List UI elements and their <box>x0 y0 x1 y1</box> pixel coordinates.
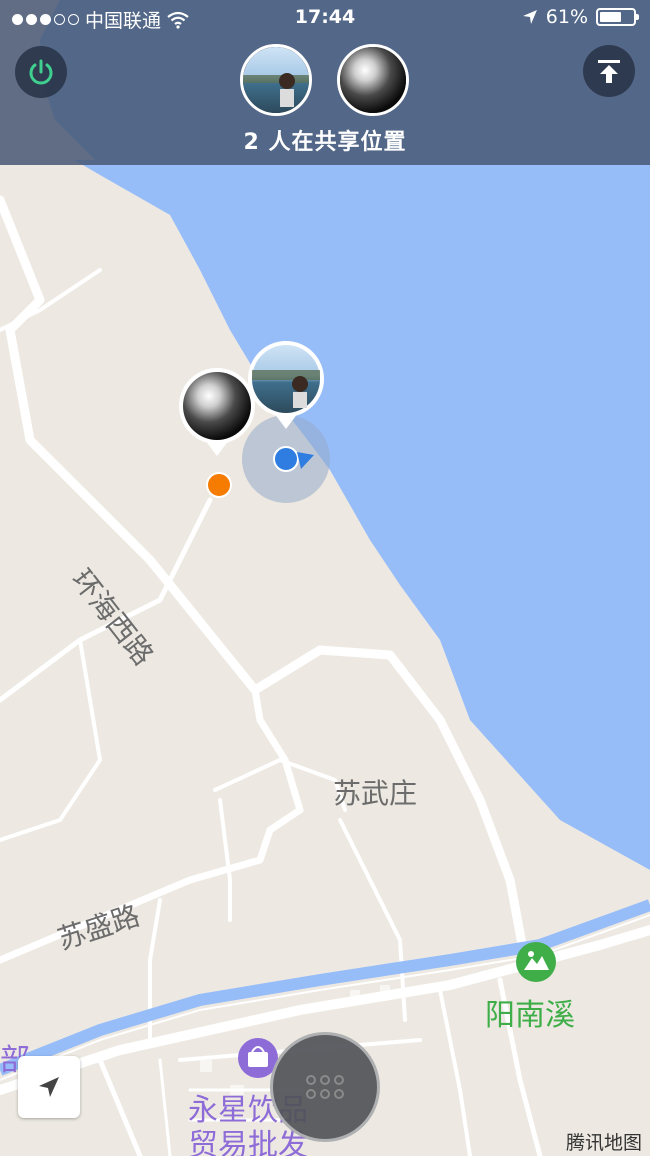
upload-to-top-icon <box>598 60 620 83</box>
power-icon <box>29 59 53 85</box>
menu-button[interactable] <box>270 1032 380 1142</box>
my-location-dot <box>273 446 299 472</box>
my-avatar[interactable] <box>240 44 312 116</box>
battery-icon <box>596 8 639 26</box>
stop-sharing-button[interactable] <box>15 46 67 98</box>
locate-me-button[interactable] <box>18 1056 80 1118</box>
friend-location-dot <box>206 472 232 498</box>
avatar-photo <box>243 47 309 113</box>
navigation-arrow-icon <box>39 1077 59 1097</box>
place-label-suwuzhuang: 苏武庄 <box>333 777 418 810</box>
sharing-header: 中国联通 17:44 61% 2 人在共享位置 <box>0 0 650 165</box>
grid-dots-icon <box>306 1075 344 1099</box>
location-services-icon <box>522 10 537 24</box>
sharing-count-text: 2 人在共享位置 <box>243 130 407 155</box>
park-icon <box>516 942 556 982</box>
status-bar: 中国联通 17:44 61% <box>0 0 650 36</box>
friend-avatar[interactable] <box>337 44 409 116</box>
battery-percent: 61% <box>545 6 588 28</box>
map-provider-watermark: 腾讯地图 <box>565 1132 642 1154</box>
minimize-button[interactable] <box>583 45 635 97</box>
poi-label-park[interactable]: 阳南溪 <box>485 990 575 1034</box>
avatar-sphere <box>340 47 406 113</box>
